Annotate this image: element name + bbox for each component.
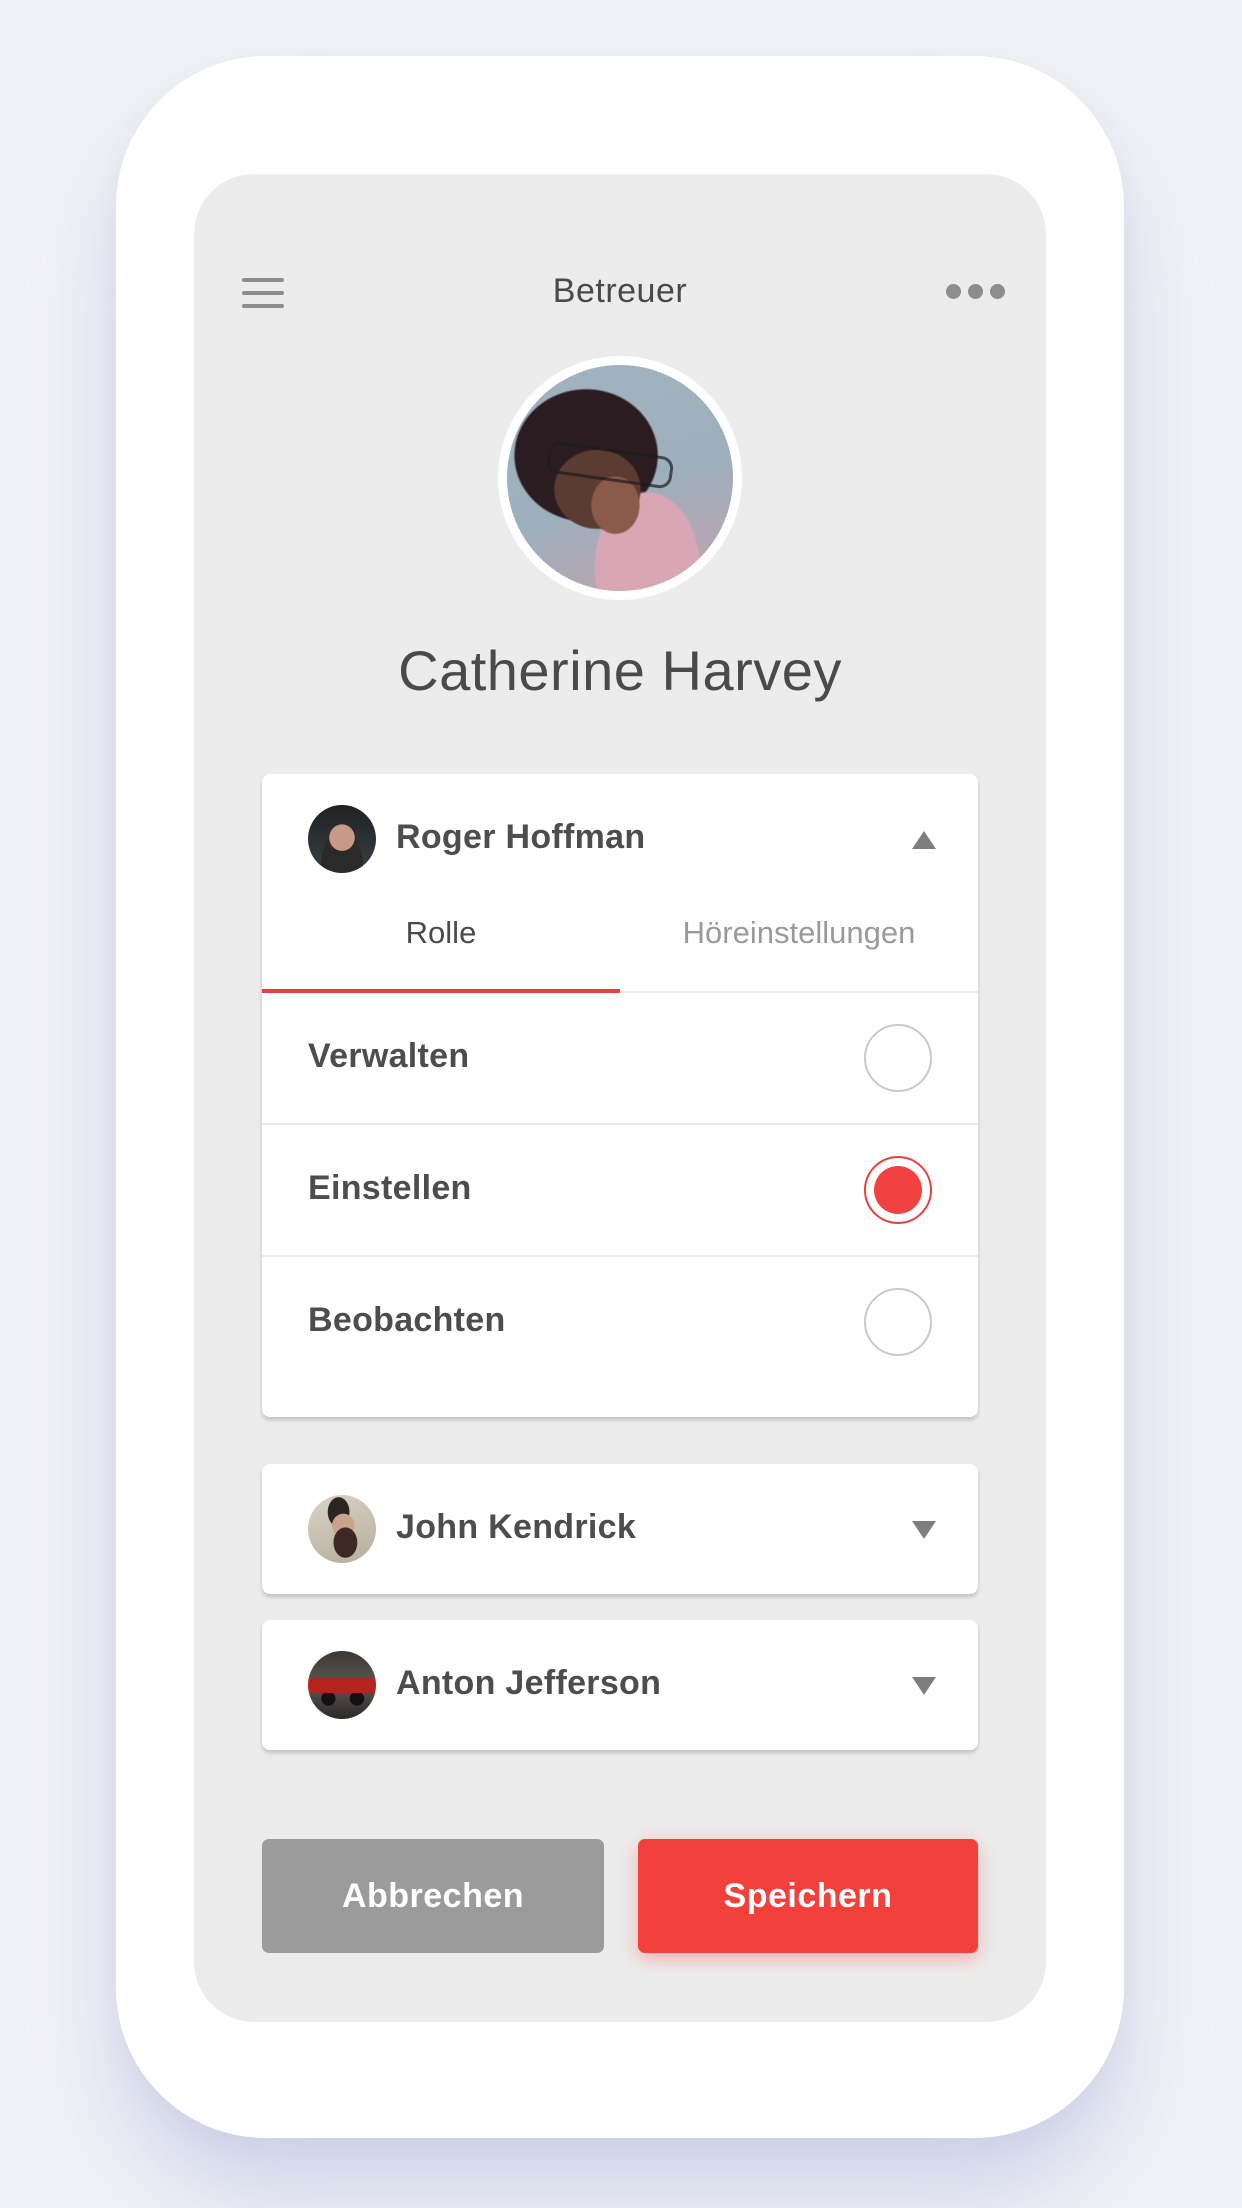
more-dots-icon[interactable]	[946, 280, 1006, 300]
avatar	[308, 1651, 376, 1719]
save-button[interactable]: Speichern	[638, 1839, 978, 1953]
role-label: Beobachten	[308, 1301, 506, 1339]
page-title: Betreuer	[552, 272, 688, 310]
role-option-beobachten[interactable]: Beobachten	[262, 1257, 978, 1387]
role-label: Einstellen	[308, 1169, 472, 1207]
role-option-einstellen[interactable]: Einstellen	[262, 1125, 978, 1257]
caregiver-card-roger-hoffman: Roger Hoffman Rolle Höreinstellungen Ver…	[262, 774, 978, 1417]
avatar	[308, 805, 376, 873]
profile-photo	[507, 365, 733, 591]
profile-name: Catherine Harvey	[398, 639, 842, 702]
avatar	[308, 1495, 376, 1563]
caregiver-name: Roger Hoffman	[396, 818, 646, 856]
chevron-up-icon[interactable]	[912, 831, 936, 849]
cancel-button[interactable]: Abbrechen	[262, 1839, 604, 1953]
caregiver-card-john-kendrick: John Kendrick	[262, 1464, 978, 1594]
caregiver-card-header[interactable]: John Kendrick	[262, 1464, 978, 1594]
app-screen: Betreuer Catherine Harvey Roger Hoffman …	[194, 174, 1046, 2022]
radio-button-checked[interactable]	[864, 1156, 932, 1224]
profile-avatar	[498, 356, 742, 600]
chevron-down-icon[interactable]	[912, 1677, 936, 1695]
caregiver-name: John Kendrick	[396, 1508, 637, 1546]
tab-bar: Rolle Höreinstellungen	[262, 904, 978, 993]
chevron-down-icon[interactable]	[912, 1521, 936, 1539]
caregiver-name: Anton Jefferson	[396, 1664, 662, 1702]
caregiver-card-header[interactable]: Anton Jefferson	[262, 1620, 978, 1750]
role-option-verwalten[interactable]: Verwalten	[262, 993, 978, 1125]
role-label: Verwalten	[308, 1037, 470, 1075]
caregiver-card-header[interactable]: Roger Hoffman	[262, 774, 978, 904]
radio-button-unchecked[interactable]	[864, 1288, 932, 1356]
tab-rolle[interactable]: Rolle	[262, 904, 620, 991]
radio-button-unchecked[interactable]	[864, 1024, 932, 1092]
caregiver-card-anton-jefferson: Anton Jefferson	[262, 1620, 978, 1750]
tab-hoereinstellungen[interactable]: Höreinstellungen	[620, 904, 978, 991]
